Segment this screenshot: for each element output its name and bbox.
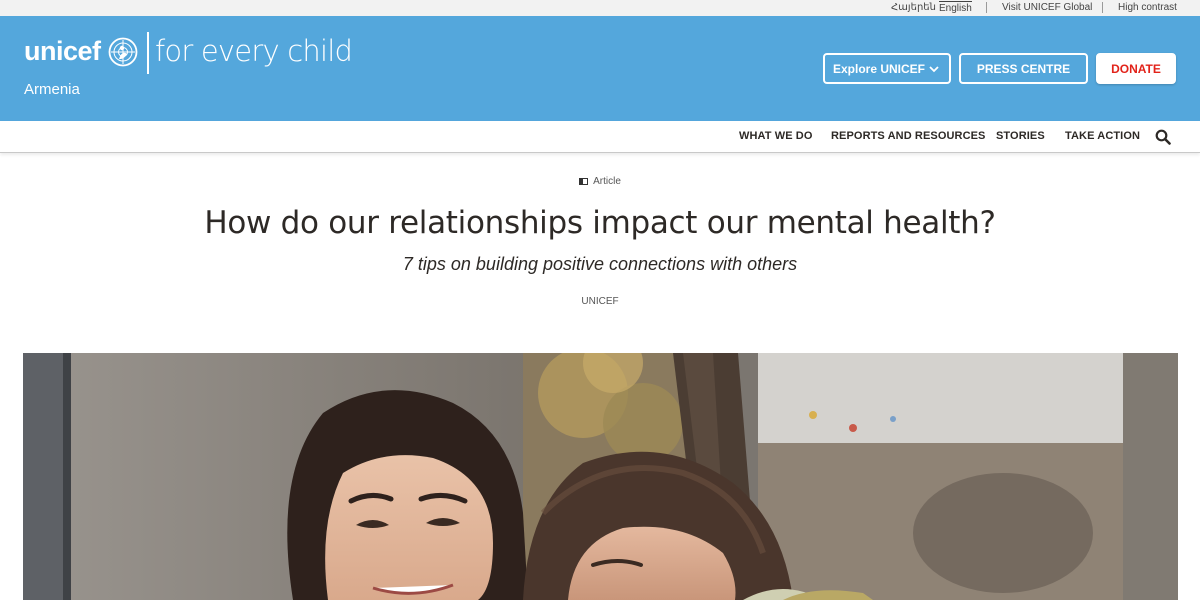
explore-unicef-label: Explore UNICEF <box>833 61 926 76</box>
language-armenian-link[interactable]: Հայերեն <box>891 1 936 14</box>
site-header: unicef for every child Armenia Explore U… <box>0 16 1200 121</box>
language-english-link[interactable]: English <box>939 1 972 15</box>
high-contrast-link[interactable]: High contrast <box>1118 1 1177 14</box>
main-nav: WHAT WE DO REPORTS AND RESOURCES STORIES… <box>0 121 1200 153</box>
utility-divider <box>986 2 987 13</box>
explore-unicef-dropdown[interactable]: Explore UNICEF <box>823 53 951 84</box>
article-byline: UNICEF <box>581 296 619 307</box>
nav-item-stories[interactable]: STORIES <box>996 130 1045 143</box>
logo-wordmark: unicef <box>24 36 101 66</box>
utility-bar: Հայերեն English Visit UNICEF Global High… <box>0 0 1200 16</box>
page-title: How do our relationships impact our ment… <box>204 205 996 241</box>
page-subtitle: 7 tips on building positive connections … <box>402 254 798 274</box>
hero-photo <box>23 353 1178 600</box>
unicef-emblem-icon <box>108 37 138 67</box>
hero-image <box>23 353 1178 600</box>
article-type: Article <box>0 176 1200 188</box>
nav-item-what-we-do[interactable]: WHAT WE DO <box>739 130 813 143</box>
country-name[interactable]: Armenia <box>24 81 80 99</box>
chevron-down-icon <box>929 66 939 73</box>
nav-item-take-action[interactable]: TAKE ACTION <box>1065 130 1140 143</box>
search-icon[interactable] <box>1155 129 1171 145</box>
donate-button[interactable]: DONATE <box>1096 53 1176 84</box>
press-centre-button[interactable]: PRESS CENTRE <box>959 53 1088 84</box>
donate-label: DONATE <box>1111 61 1161 76</box>
article-icon <box>579 178 589 185</box>
logo-divider <box>147 32 149 74</box>
nav-item-reports-and-resources[interactable]: REPORTS AND RESOURCES <box>831 130 986 143</box>
logo-tagline: for every child <box>155 34 353 68</box>
utility-divider <box>1102 2 1103 13</box>
visit-global-link[interactable]: Visit UNICEF Global <box>1002 1 1092 14</box>
press-centre-label: PRESS CENTRE <box>976 61 1071 76</box>
article-type-label: Article <box>593 176 621 187</box>
